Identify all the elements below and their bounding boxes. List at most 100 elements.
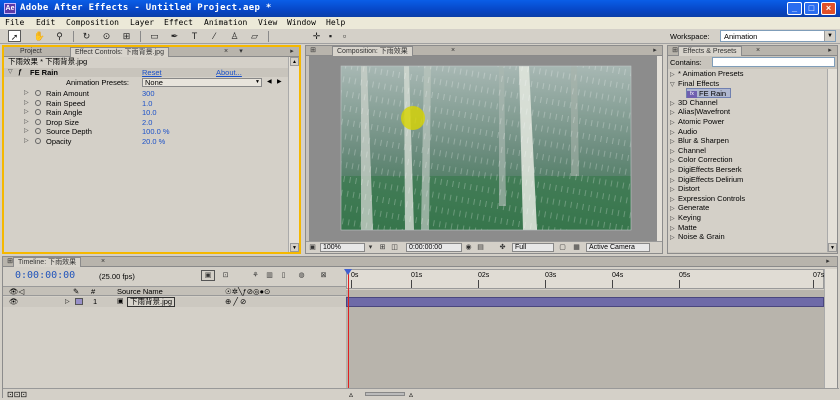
expand-triangle-icon[interactable]: ▷ — [65, 297, 70, 307]
maximize-button[interactable]: □ — [804, 2, 819, 15]
composition-canvas[interactable] — [309, 56, 658, 245]
eraser-tool-icon[interactable]: ▱ — [248, 30, 261, 42]
toggle-switches-icon[interactable]: ⊡⊡⊡ — [7, 390, 27, 399]
presets-select[interactable]: None ▼ — [142, 78, 262, 87]
tab-timeline[interactable]: Timeline: 下雨效果 — [13, 257, 82, 267]
snapshot-icon[interactable]: ◉ — [464, 243, 473, 252]
menu-help[interactable]: Help — [326, 18, 345, 27]
selection-tool-icon[interactable]: ➚ — [8, 30, 21, 42]
effect-category[interactable]: ▷ Distort — [670, 184, 700, 194]
timeline-track-area[interactable] — [346, 290, 824, 390]
zoom-out-icon[interactable]: ▵ — [349, 390, 353, 399]
panel-menu-icon[interactable]: ▸ — [650, 47, 660, 55]
frame-blending-icon[interactable]: ▯ — [279, 271, 288, 280]
graph-editor-icon[interactable]: ⊠ — [319, 271, 328, 280]
menu-effect[interactable]: Effect — [164, 18, 193, 27]
live-update-icon[interactable]: ⊡ — [221, 271, 230, 280]
effect-category[interactable]: ▷ Alias|Wavefront — [670, 107, 730, 117]
close-tab-icon[interactable]: × — [756, 46, 760, 56]
effect-category[interactable]: ▷ Audio — [670, 127, 697, 137]
label-color-swatch[interactable] — [75, 298, 83, 305]
channel-icon[interactable]: ✤ — [498, 243, 507, 252]
layer-duration-bar[interactable] — [346, 297, 824, 307]
expand-triangle-icon[interactable]: ▷ — [24, 89, 29, 98]
expand-triangle-icon[interactable]: ▷ — [24, 108, 29, 117]
effect-category[interactable]: ▷ Keying — [670, 213, 701, 223]
effect-category[interactable]: ▷ Expression Controls — [670, 194, 745, 204]
comp-mini-flowchart-icon[interactable]: ▣ — [201, 270, 215, 281]
scroll-up-icon[interactable]: ▲ — [290, 57, 299, 66]
pen-tool-icon[interactable]: ✒ — [168, 30, 181, 42]
camera-view-select[interactable]: Active Camera — [586, 243, 650, 252]
effect-header[interactable]: ▽ ƒ FE Rain Reset About... — [4, 68, 291, 77]
draft-3d-icon[interactable]: ⚘ — [251, 271, 260, 280]
rectangle-mask-tool-icon[interactable]: ▭ — [148, 30, 161, 42]
tab-composition[interactable]: Composition: 下雨效果 — [332, 46, 413, 56]
chevron-down-icon[interactable]: ▾ — [366, 243, 375, 252]
expand-triangle-icon[interactable]: ▷ — [24, 99, 29, 108]
effect-category[interactable]: ▷ Channel — [670, 146, 706, 156]
resolution-select[interactable]: Full — [512, 243, 554, 252]
panel-menu-icon[interactable]: ▸ — [823, 258, 833, 266]
param-value[interactable]: 100.0 % — [142, 127, 170, 136]
effect-category[interactable]: ▷ Atomic Power — [670, 117, 724, 127]
param-value[interactable]: 1.0 — [142, 99, 152, 108]
stopwatch-icon[interactable] — [35, 109, 41, 115]
expand-triangle-icon[interactable]: ▷ — [24, 127, 29, 136]
contains-search-input[interactable] — [712, 57, 835, 67]
mask-view-icon[interactable]: ◫ — [390, 243, 399, 252]
minimize-button[interactable]: _ — [787, 2, 802, 15]
prev-preset-icon[interactable]: ◀ — [267, 78, 272, 87]
layer-switches-icon[interactable]: ⊕ ╱ ⊘ — [225, 297, 246, 307]
workspace-select[interactable]: Animation ▼ — [720, 30, 836, 42]
time-ruler[interactable]: 0s 01s 02s 03s 04s 05s 07s — [346, 269, 824, 289]
hand-tool-icon[interactable]: ✋ — [33, 30, 46, 42]
source-name-header[interactable]: Source Name — [117, 287, 163, 296]
orbit-camera-tool-icon[interactable]: ⊙ — [100, 30, 113, 42]
expand-triangle-icon[interactable]: ▷ — [24, 118, 29, 127]
effect-category[interactable]: ▷ 3D Channel — [670, 98, 718, 108]
stopwatch-icon[interactable] — [35, 128, 41, 134]
expand-triangle-icon[interactable]: ▷ — [670, 234, 678, 244]
param-value[interactable]: 10.0 — [142, 108, 157, 117]
effect-category[interactable]: ▷ Generate — [670, 203, 709, 213]
type-tool-icon[interactable]: T — [188, 30, 201, 42]
panel-menu-icon[interactable]: ▸ — [287, 48, 297, 56]
rotation-tool-icon[interactable]: ↻ — [80, 30, 93, 42]
zoom-in-icon[interactable]: ▵ — [409, 390, 413, 399]
effect-category[interactable]: ▷ Noise & Grain — [670, 232, 725, 242]
effect-category[interactable]: ▷ DigiEffects Delirium — [670, 175, 743, 185]
menu-animation[interactable]: Animation — [204, 18, 247, 27]
visibility-eye-icon[interactable]: 👁 — [9, 297, 19, 307]
layer-name[interactable]: 下雨背景.jpg — [127, 297, 176, 307]
scroll-down-icon[interactable]: ▼ — [290, 243, 299, 252]
brush-tool-icon[interactable]: ⁄ — [208, 30, 221, 42]
close-tab-icon[interactable]: × — [101, 257, 105, 267]
collapse-triangle-icon[interactable]: ▽ — [670, 81, 678, 91]
close-tab-icon[interactable]: × — [224, 47, 228, 57]
lock-icon[interactable]: ⊞ — [308, 47, 318, 55]
tab-project[interactable]: Project — [16, 47, 46, 57]
param-value[interactable]: 20.0 % — [142, 137, 165, 146]
ec-scrollbar[interactable]: ▲ ▼ — [288, 57, 299, 252]
tab-dropdown-icon[interactable]: ▾ — [236, 48, 246, 56]
param-value[interactable]: 300 — [142, 89, 155, 98]
close-button[interactable]: × — [821, 2, 836, 15]
timeline-vscrollbar[interactable] — [824, 269, 837, 388]
clone-stamp-tool-icon[interactable]: ♙ — [228, 30, 241, 42]
stopwatch-icon[interactable] — [35, 90, 41, 96]
zoom-slider[interactable] — [365, 392, 405, 396]
layer-row[interactable]: 👁 ▷ 1 ▣ 下雨背景.jpg ⊕ ╱ ⊘ — [3, 297, 346, 307]
effect-category[interactable]: ▽ Final Effects — [670, 79, 719, 89]
effect-category[interactable]: ▷ DigiEffects Berserk — [670, 165, 742, 175]
timeline-current-time[interactable]: 0:00:00:00 — [15, 270, 75, 281]
tab-effect-controls[interactable]: Effect Controls: 下雨背景.jpg — [70, 47, 169, 57]
roi-icon[interactable]: ▢ — [558, 243, 567, 252]
safe-margins-icon[interactable]: ⊞ — [378, 243, 387, 252]
next-preset-icon[interactable]: ▶ — [277, 78, 282, 87]
expand-triangle-icon[interactable]: ▽ — [8, 68, 13, 77]
tab-effects-presets[interactable]: Effects & Presets — [678, 46, 742, 56]
hide-shy-layers-icon[interactable]: ▥ — [265, 271, 274, 280]
always-preview-icon[interactable]: ▣ — [308, 243, 317, 252]
menu-composition[interactable]: Composition — [66, 18, 119, 27]
